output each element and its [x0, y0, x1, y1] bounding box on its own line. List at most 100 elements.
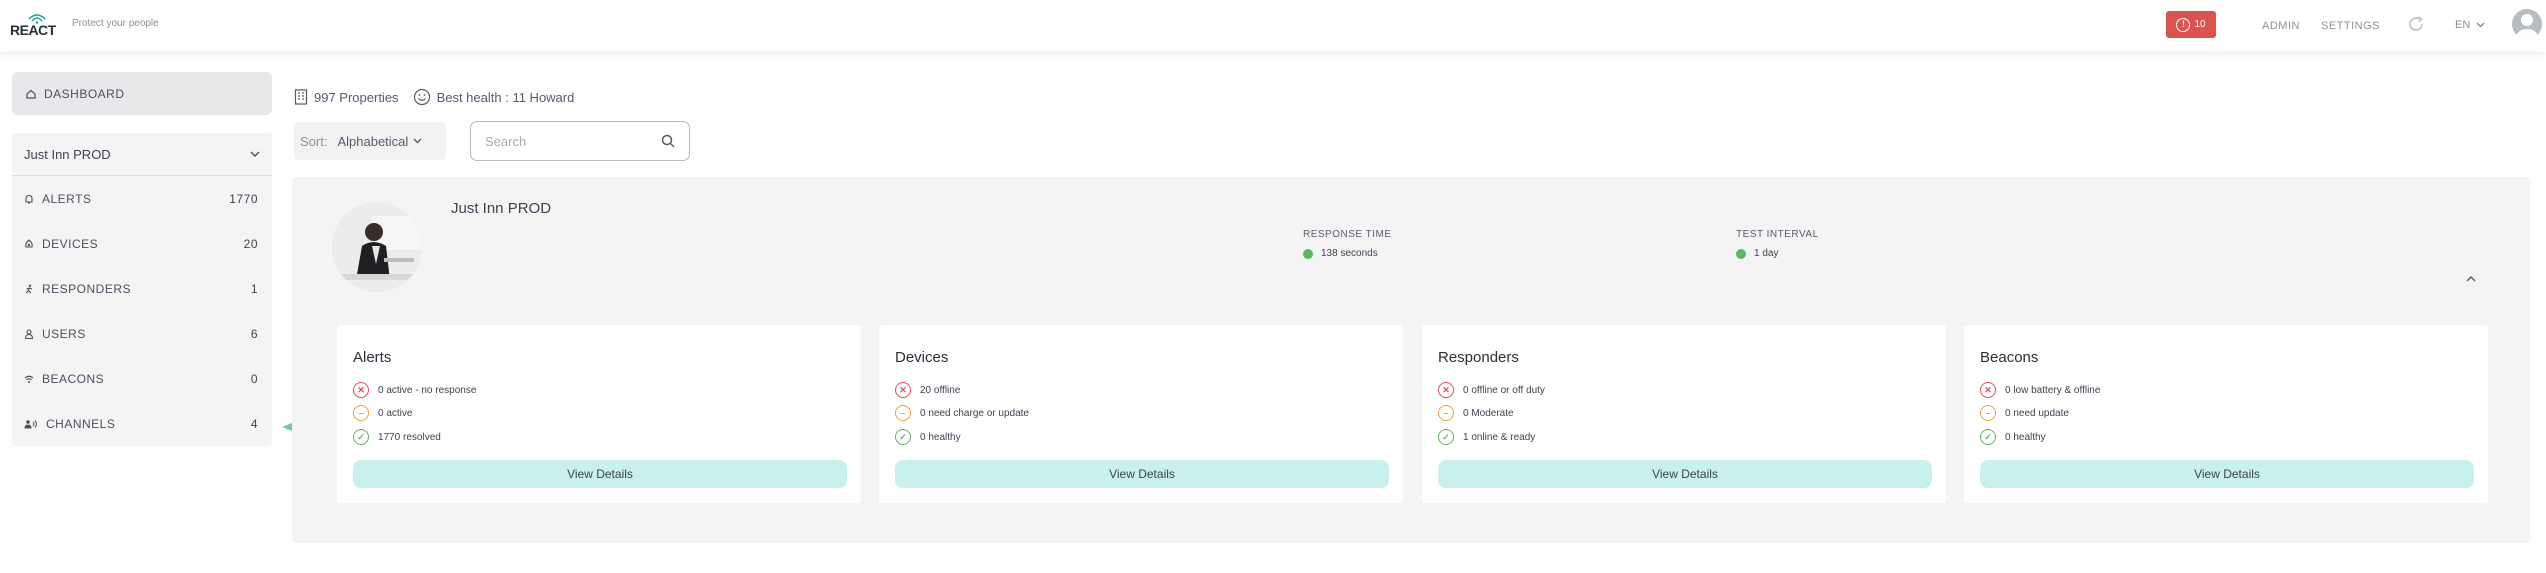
status-text: 0 low battery & offline	[2005, 384, 2101, 396]
check-circle-icon: ✓	[1438, 429, 1454, 445]
view-details-button[interactable]: View Details	[1980, 460, 2474, 488]
status-row: ✓ 1 online & ready	[1438, 429, 1535, 445]
chevron-up-icon[interactable]	[2464, 274, 2478, 284]
status-text: 0 need update	[2005, 407, 2069, 419]
wifi-icon	[24, 375, 34, 383]
channels-icon	[24, 419, 37, 428]
property-photo-image	[332, 202, 422, 292]
sidebar-item-count: 6	[250, 326, 258, 341]
sort-dropdown[interactable]: Sort: Alphabetical	[294, 122, 446, 160]
warning-circle-icon: –	[895, 405, 911, 421]
alert-icon: !	[2176, 17, 2191, 32]
response-time-row: 138 seconds	[1303, 248, 1392, 259]
error-circle-icon: ✕	[1980, 382, 1996, 398]
sidebar-item-count: 1770	[229, 191, 258, 206]
search-box	[470, 121, 690, 161]
warning-circle-icon: –	[1980, 405, 1996, 421]
sidebar-item-count: 0	[250, 371, 258, 386]
status-text: 0 need charge or update	[920, 407, 1029, 419]
status-row: ✓ 0 healthy	[895, 429, 961, 445]
sidebar-item-label: USERS	[42, 326, 86, 341]
status-text: 1770 resolved	[378, 431, 441, 443]
status-text: 0 Moderate	[1463, 407, 1514, 419]
sidebar-item-responders[interactable]: RESPONDERS 1	[12, 266, 272, 311]
check-circle-icon: ✓	[353, 429, 369, 445]
sidebar-item-dashboard[interactable]: DASHBOARD	[12, 72, 272, 115]
smiley-icon	[413, 88, 430, 106]
sidebar-item-alerts[interactable]: ALERTS 1770	[12, 176, 272, 221]
summary-stats: 997 Properties Best health : 11 Howard	[294, 88, 588, 106]
card-title: Alerts	[353, 349, 392, 366]
sidebar-item-label: DEVICES	[42, 236, 99, 251]
runner-icon	[25, 284, 33, 293]
react-logo[interactable]: REACT	[10, 10, 60, 38]
view-details-button[interactable]: View Details	[895, 460, 1389, 488]
status-row: ✕ 0 low battery & offline	[1980, 382, 2100, 398]
search-input[interactable]	[485, 133, 635, 149]
best-health-stat: Best health : 11 Howard	[413, 88, 575, 106]
tagline: Protect your people	[72, 18, 159, 29]
active-alerts-button[interactable]: ! 10	[2166, 11, 2216, 38]
settings-link[interactable]: SETTINGS	[2321, 20, 2380, 32]
sidebar-item-devices[interactable]: DEVICES 20	[12, 221, 272, 266]
responders-card: Responders ✕ 0 offline or off duty – 0 M…	[1422, 325, 1946, 503]
view-details-button[interactable]: View Details	[1438, 460, 1932, 488]
alert-count: 10	[2194, 19, 2206, 30]
sidebar-item-label: ALERTS	[42, 191, 92, 206]
best-health-text: Best health : 11 Howard	[436, 89, 575, 105]
chevron-down-icon	[250, 151, 260, 157]
admin-link[interactable]: ADMIN	[2262, 20, 2300, 32]
status-text: 1 online & ready	[1463, 431, 1536, 443]
home-icon	[26, 89, 36, 99]
sidebar-item-beacons[interactable]: BEACONS 0	[12, 356, 272, 401]
organization-selector[interactable]: Just Inn PROD	[12, 133, 272, 176]
sidebar-item-count: 20	[243, 236, 258, 251]
view-details-button[interactable]: View Details	[353, 460, 847, 488]
sidebar-item-label: CHANNELS	[46, 416, 116, 431]
status-row: ✓ 1770 resolved	[353, 429, 441, 445]
test-interval-value: 1 day	[1754, 248, 1779, 259]
test-interval-metric: TEST INTERVAL 1 day	[1736, 229, 1819, 259]
language-label: EN	[2455, 19, 2471, 31]
response-time-metric: RESPONSE TIME 138 seconds	[1303, 229, 1392, 259]
sidebar-item-label: DASHBOARD	[44, 86, 125, 101]
property-name[interactable]: Just Inn PROD	[451, 200, 551, 217]
chevron-down-icon	[413, 138, 422, 144]
refresh-icon[interactable]	[2406, 14, 2426, 34]
card-title: Responders	[1438, 349, 1519, 366]
status-text: 0 healthy	[2005, 431, 2046, 443]
sort-value: Alphabetical	[337, 134, 422, 149]
status-row: ✕ 0 active - no response	[353, 382, 476, 398]
sidebar-item-count: 4	[250, 416, 258, 431]
test-interval-row: 1 day	[1736, 248, 1819, 259]
language-selector[interactable]: EN	[2455, 19, 2485, 31]
device-icon	[25, 238, 33, 248]
logo-text: REACT	[10, 22, 56, 38]
sidebar-item-channels[interactable]: CHANNELS 4	[12, 401, 272, 446]
user-silhouette-icon	[2516, 14, 2538, 39]
user-icon	[24, 328, 34, 339]
user-avatar[interactable]	[2512, 9, 2542, 39]
search-icon[interactable]	[661, 134, 675, 148]
status-text: 20 offline	[920, 384, 961, 396]
sidebar-item-users[interactable]: USERS 6	[12, 311, 272, 356]
alerts-card: Alerts ✕ 0 active - no response – 0 acti…	[337, 325, 861, 503]
sort-value-text: Alphabetical	[337, 133, 409, 149]
error-circle-icon: ✕	[353, 382, 369, 398]
status-row: – 0 Moderate	[1438, 405, 1514, 421]
status-text: 0 active	[378, 407, 413, 419]
error-circle-icon: ✕	[895, 382, 911, 398]
organization-name: Just Inn PROD	[24, 146, 111, 162]
response-time-label: RESPONSE TIME	[1303, 229, 1392, 240]
status-dot-icon	[1303, 248, 1313, 259]
property-panel: Just Inn PROD RESPONSE TIME 138 seconds …	[292, 177, 2530, 543]
bell-icon	[25, 194, 33, 204]
check-circle-icon: ✓	[895, 429, 911, 445]
chevron-down-icon	[2476, 22, 2485, 28]
status-row: – 0 need charge or update	[895, 405, 1029, 421]
status-row: ✓ 0 healthy	[1980, 429, 2046, 445]
sidebar-item-label: RESPONDERS	[42, 281, 132, 296]
status-row: – 0 active	[353, 405, 412, 421]
devices-card: Devices ✕ 20 offline – 0 need charge or …	[879, 325, 1403, 503]
status-text: 0 active - no response	[378, 384, 477, 396]
